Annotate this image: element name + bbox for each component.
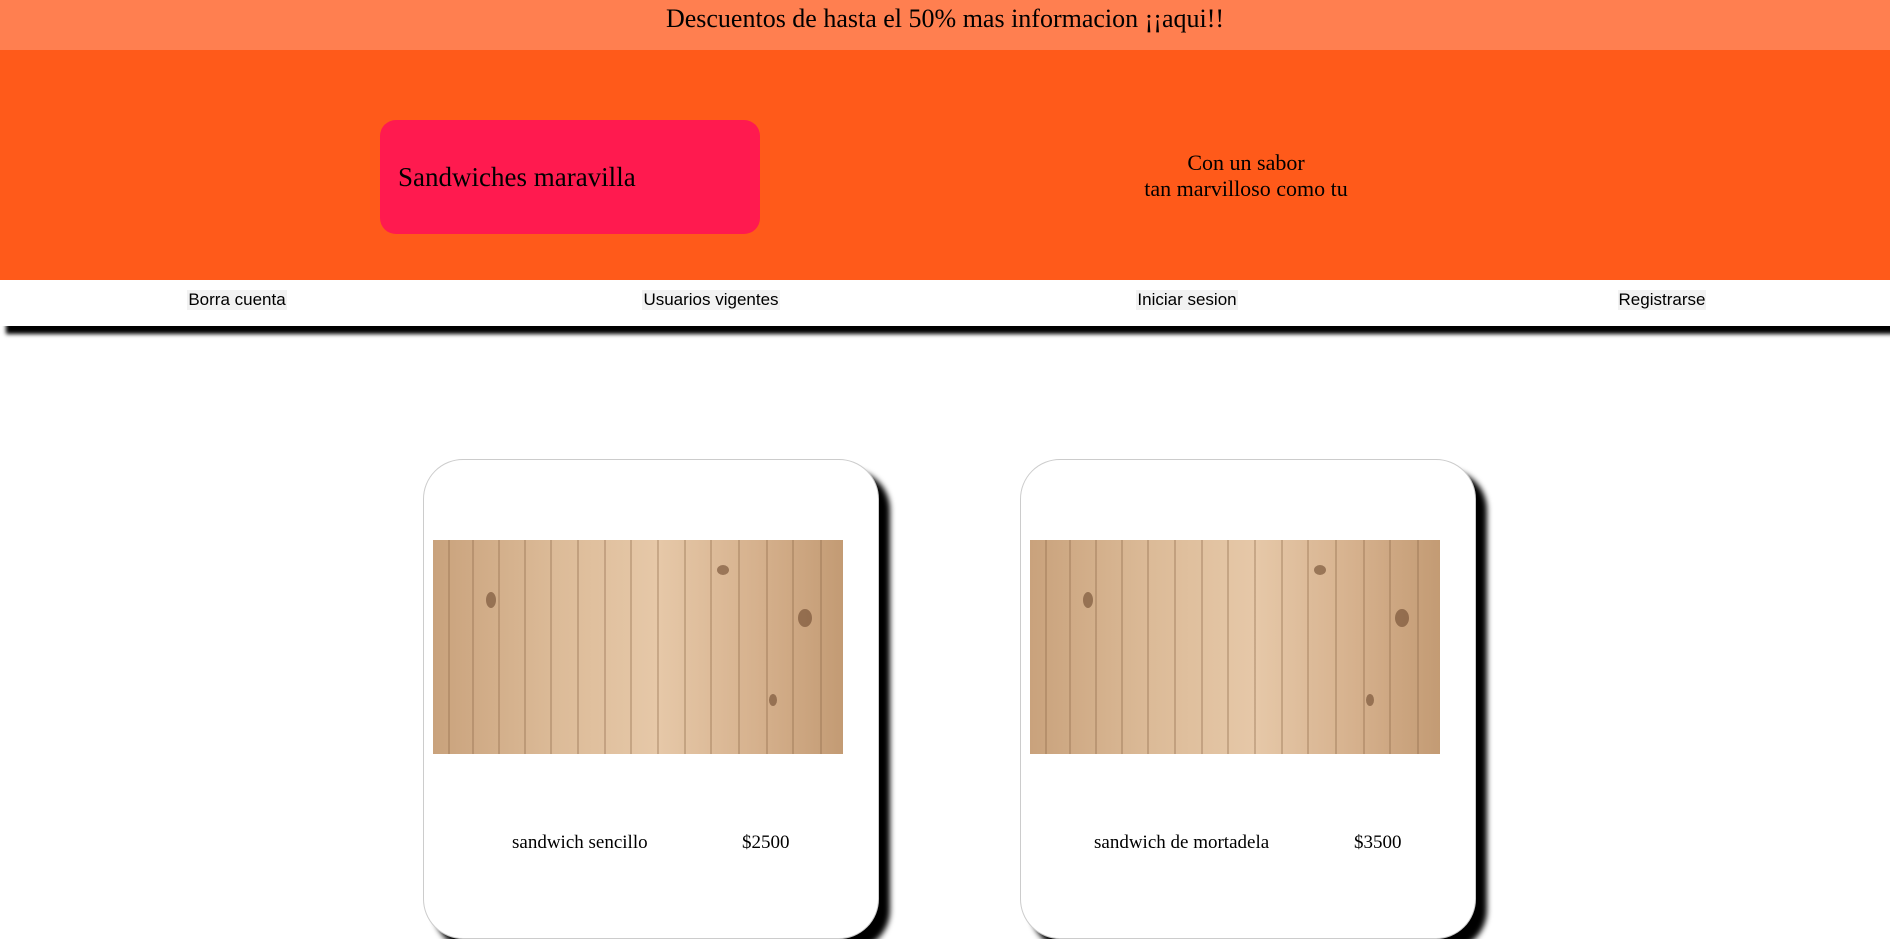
nav-item-label[interactable]: Iniciar sesion <box>1136 290 1238 310</box>
hero-header: Sandwiches maravilla Con un sabor tan ma… <box>0 50 1890 280</box>
promo-banner[interactable]: Descuentos de hasta el 50% mas informaci… <box>0 0 1890 50</box>
brand-logo-box: Sandwiches maravilla <box>380 120 760 234</box>
main-nav: Borra cuenta Usuarios vigentes Iniciar s… <box>0 280 1890 326</box>
nav-item-label[interactable]: Usuarios vigentes <box>642 290 780 310</box>
nav-item-registrarse[interactable]: Registrarse <box>1425 280 1890 326</box>
product-price: $3500 <box>1354 832 1402 853</box>
product-card[interactable]: sandwich de mortadela $3500 <box>1020 459 1476 939</box>
nav-item-iniciar-sesion[interactable]: Iniciar sesion <box>950 280 1424 326</box>
brand-name: Sandwiches maravilla <box>398 161 636 192</box>
product-name: sandwich sencillo <box>512 832 648 853</box>
product-card[interactable]: sandwich sencillo $2500 <box>423 459 879 939</box>
nav-item-usuarios-vigentes[interactable]: Usuarios vigentes <box>474 280 948 326</box>
nav-item-label[interactable]: Registrarse <box>1617 290 1707 310</box>
tagline-line-1: Con un sabor <box>1187 150 1305 175</box>
product-price: $2500 <box>742 832 790 853</box>
tagline-line-2: tan marvilloso como tu <box>1144 176 1348 201</box>
nav-item-borra-cuenta[interactable]: Borra cuenta <box>0 280 474 326</box>
nav-item-label[interactable]: Borra cuenta <box>187 290 287 310</box>
wood-texture-image <box>1030 540 1440 754</box>
tagline: Con un sabor tan marvilloso como tu <box>1070 150 1422 202</box>
product-name: sandwich de mortadela <box>1094 832 1270 853</box>
wood-texture-image <box>433 540 843 754</box>
promo-text[interactable]: Descuentos de hasta el 50% mas informaci… <box>666 4 1224 34</box>
